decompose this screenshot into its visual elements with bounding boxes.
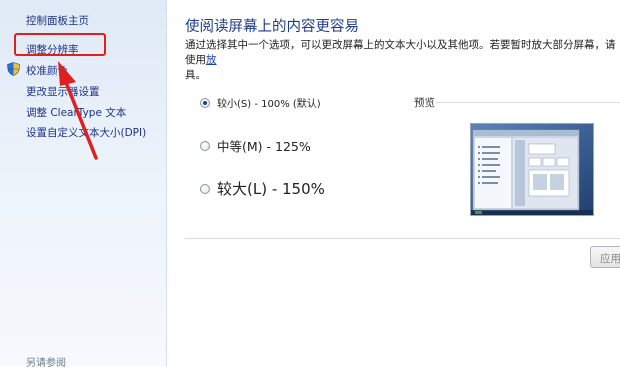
sidebar-item-adjust-cleartype[interactable]: 调整 ClearType 文本 [26, 105, 126, 120]
description-end: 具。 [185, 69, 206, 81]
annotation-arrow [58, 61, 98, 160]
magnifier-link[interactable]: 放 [206, 54, 217, 66]
option-larger[interactable]: 较大(L) - 150% [200, 178, 325, 199]
option-larger-label: 较大(L) - 150% [217, 180, 325, 198]
content-divider [185, 238, 620, 239]
page-title: 使阅读屏幕上的内容更容易 [185, 19, 359, 35]
option-medium[interactable]: 中等(M) - 125% [200, 136, 311, 155]
preview-label: 预览 [414, 97, 435, 109]
left-sidebar: 控制面板主页 调整分辨率 校准颜色 更改显示器设置 调整 ClearType 文… [0, 0, 167, 369]
preview-image [470, 123, 594, 216]
see-also-label: 另请参阅 [26, 358, 66, 369]
shield-icon [7, 62, 20, 76]
preview-desktop-illustration [471, 124, 593, 215]
option-medium-label: 中等(M) - 125% [217, 139, 311, 154]
sidebar-home-link[interactable]: 控制面板主页 [26, 13, 89, 28]
main-panel: 使阅读屏幕上的内容更容易 通过选择其中一个选项，可以更改屏幕上的文本大小以及其他… [166, 0, 620, 366]
sidebar-item-custom-dpi[interactable]: 设置自定义文本大小(DPI) [26, 125, 146, 140]
sidebar-item-calibrate-color[interactable]: 校准颜色 [26, 63, 68, 78]
apply-button[interactable]: 应用 [590, 246, 620, 268]
page-description: 通过选择其中一个选项，可以更改屏幕上的文本大小以及其他项。若要暂时放大部分屏幕，… [185, 38, 620, 83]
radio-medium[interactable] [200, 140, 210, 151]
option-smaller-label: 较小(S) - 100% (默认) [217, 99, 321, 110]
preview-divider [436, 102, 620, 103]
sidebar-item-change-display-settings[interactable]: 更改显示器设置 [26, 84, 100, 99]
description-text: 通过选择其中一个选项，可以更改屏幕上的文本大小以及其他项。若要暂时放大部分屏幕，… [185, 39, 616, 66]
annotation-highlight-box [14, 33, 106, 56]
radio-smaller[interactable] [200, 97, 210, 108]
option-smaller[interactable]: 较小(S) - 100% (默认) [200, 95, 321, 110]
radio-larger[interactable] [200, 183, 210, 194]
